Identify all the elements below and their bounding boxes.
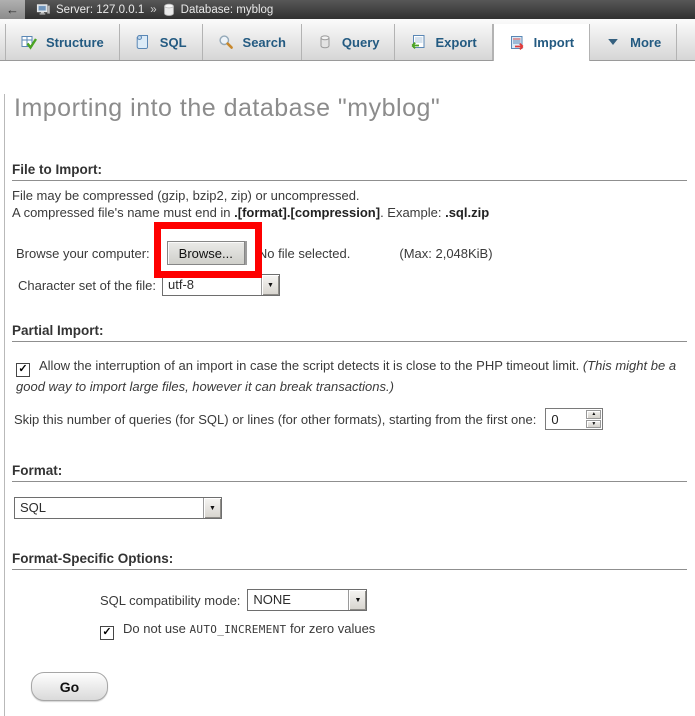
skip-queries-value: 0 [547, 410, 586, 428]
tab-bar: Structure SQL Search Query [0, 19, 695, 61]
allow-interruption-row: ✓ Allow the interruption of an import in … [12, 356, 692, 396]
breadcrumb-bar: ← Server: 127.0.0.1 » Database: myblog [0, 0, 695, 19]
auto-increment-label-suffix: for zero values [286, 621, 375, 636]
tab-label: Import [534, 35, 574, 50]
tab-label: SQL [160, 35, 187, 50]
format-select[interactable]: SQL ▼ [14, 497, 222, 519]
sql-compat-row: SQL compatibility mode: NONE ▼ [100, 589, 687, 611]
browse-row: Browse your computer: Browse... No file … [12, 241, 687, 265]
tab-export[interactable]: Export [395, 24, 492, 60]
tab-label: Query [342, 35, 380, 50]
sql-icon [135, 34, 151, 50]
tab-label: Search [243, 35, 286, 50]
tab-label: More [630, 35, 661, 50]
example-extension: .sql.zip [445, 205, 489, 220]
tab-label: Export [435, 35, 476, 50]
tab-more[interactable]: More [590, 24, 677, 60]
section-heading-format: Format: [12, 463, 687, 482]
skip-queries-row: Skip this number of queries (for SQL) or… [12, 408, 687, 430]
spinner-buttons: ▲ ▼ [586, 410, 601, 428]
allow-interruption-checkbox[interactable]: ✓ [16, 363, 30, 377]
charset-row: Character set of the file: utf-8 ▼ [12, 274, 687, 296]
back-button[interactable]: ← [0, 0, 25, 19]
tab-sql[interactable]: SQL [120, 24, 203, 60]
charset-select[interactable]: utf-8 ▼ [162, 274, 280, 296]
auto-increment-label-prefix: Do not use [123, 621, 190, 636]
chevron-down-icon [605, 34, 621, 50]
format-compression-pattern: .[format].[compression] [234, 205, 380, 220]
breadcrumb-server[interactable]: Server: 127.0.0.1 [56, 4, 144, 16]
dropdown-arrow-icon[interactable]: ▼ [348, 590, 366, 610]
page-title: Importing into the database "myblog" [14, 94, 687, 123]
tab-query[interactable]: Query [302, 24, 396, 60]
no-file-selected-text: No file selected. [258, 246, 351, 261]
browse-label: Browse your computer: [16, 246, 150, 261]
sql-compat-label: SQL compatibility mode: [100, 593, 240, 608]
import-icon [509, 35, 525, 51]
go-button[interactable]: Go [31, 672, 108, 701]
skip-queries-input[interactable]: 0 ▲ ▼ [545, 408, 603, 430]
dropdown-arrow-icon[interactable]: ▼ [203, 498, 221, 518]
sql-compat-select[interactable]: NONE ▼ [247, 589, 367, 611]
dropdown-arrow-icon[interactable]: ▼ [261, 275, 279, 295]
server-icon [36, 3, 51, 17]
charset-selected-value: utf-8 [163, 275, 261, 295]
tab-search[interactable]: Search [203, 24, 302, 60]
section-heading-partial-import: Partial Import: [12, 323, 687, 342]
structure-icon [21, 34, 37, 50]
phpmyadmin-import-page: ← Server: 127.0.0.1 » Database: myblog S… [0, 0, 695, 716]
charset-label: Character set of the file: [18, 278, 156, 293]
allow-interruption-label: Allow the interruption of an import in c… [39, 358, 583, 373]
database-icon [162, 3, 176, 17]
section-heading-format-specific: Format-Specific Options: [12, 551, 687, 570]
tab-label: Structure [46, 35, 104, 50]
auto-increment-code: AUTO_INCREMENT [190, 623, 287, 636]
max-upload-size: (Max: 2,048KiB) [399, 246, 492, 261]
browse-button[interactable]: Browse... [167, 241, 245, 265]
compression-help-text: File may be compressed (gzip, bzip2, zip… [12, 187, 687, 221]
breadcrumb-database[interactable]: Database: myblog [181, 4, 274, 16]
search-icon [218, 34, 234, 50]
auto-increment-row: ✓ Do not use AUTO_INCREMENT for zero valu… [100, 621, 687, 640]
spinner-up-button[interactable]: ▲ [586, 410, 601, 419]
export-icon [410, 34, 426, 50]
breadcrumb-separator: » [150, 4, 156, 16]
skip-queries-label: Skip this number of queries (for SQL) or… [14, 412, 536, 427]
main-content: Importing into the database "myblog" Fil… [4, 94, 695, 716]
sql-compat-selected-value: NONE [248, 590, 348, 610]
tab-import[interactable]: Import [493, 24, 590, 61]
spinner-down-button[interactable]: ▼ [586, 420, 601, 429]
auto-increment-checkbox[interactable]: ✓ [100, 626, 114, 640]
tab-structure[interactable]: Structure [5, 24, 120, 60]
query-icon [317, 34, 333, 50]
back-arrow-icon: ← [6, 2, 19, 17]
section-heading-file-to-import: File to Import: [12, 162, 687, 181]
format-selected-value: SQL [15, 498, 203, 518]
